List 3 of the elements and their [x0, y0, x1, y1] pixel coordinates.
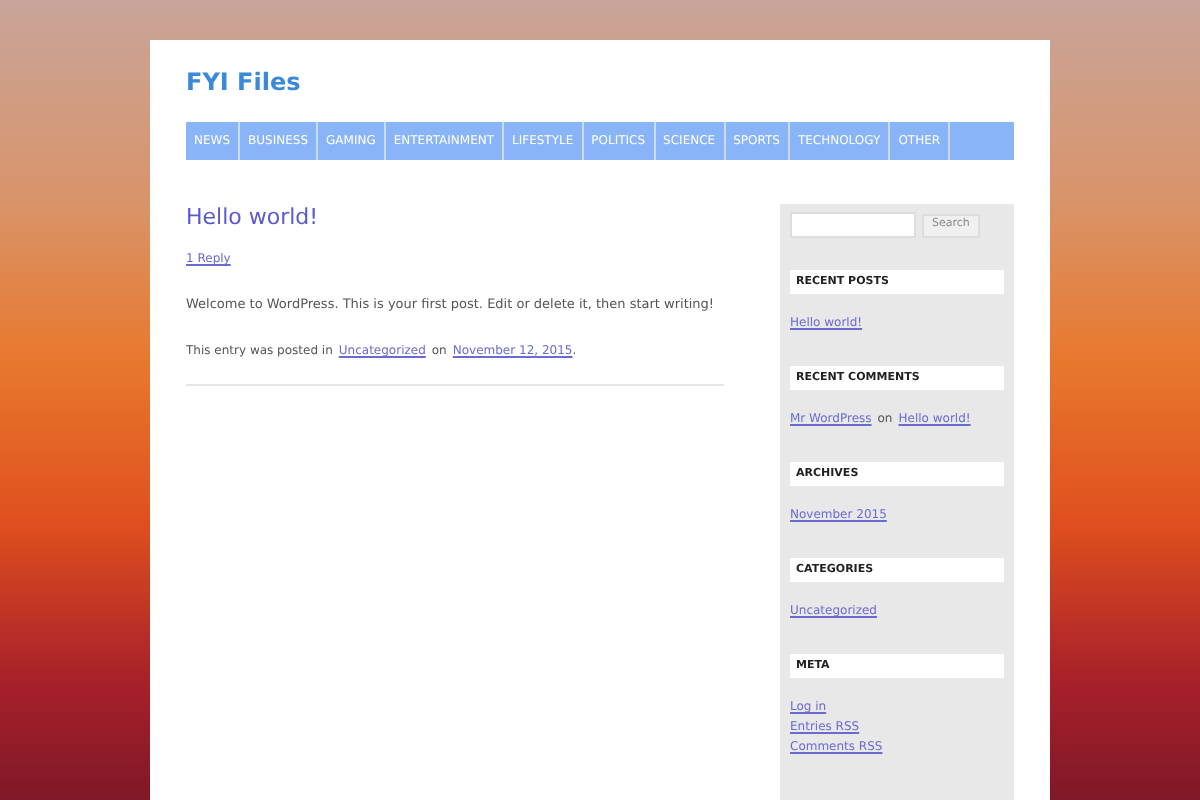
post-title[interactable]: Hello world!: [186, 204, 724, 230]
search-field[interactable]: [790, 212, 916, 238]
site-title[interactable]: FYI Files: [186, 68, 1014, 96]
